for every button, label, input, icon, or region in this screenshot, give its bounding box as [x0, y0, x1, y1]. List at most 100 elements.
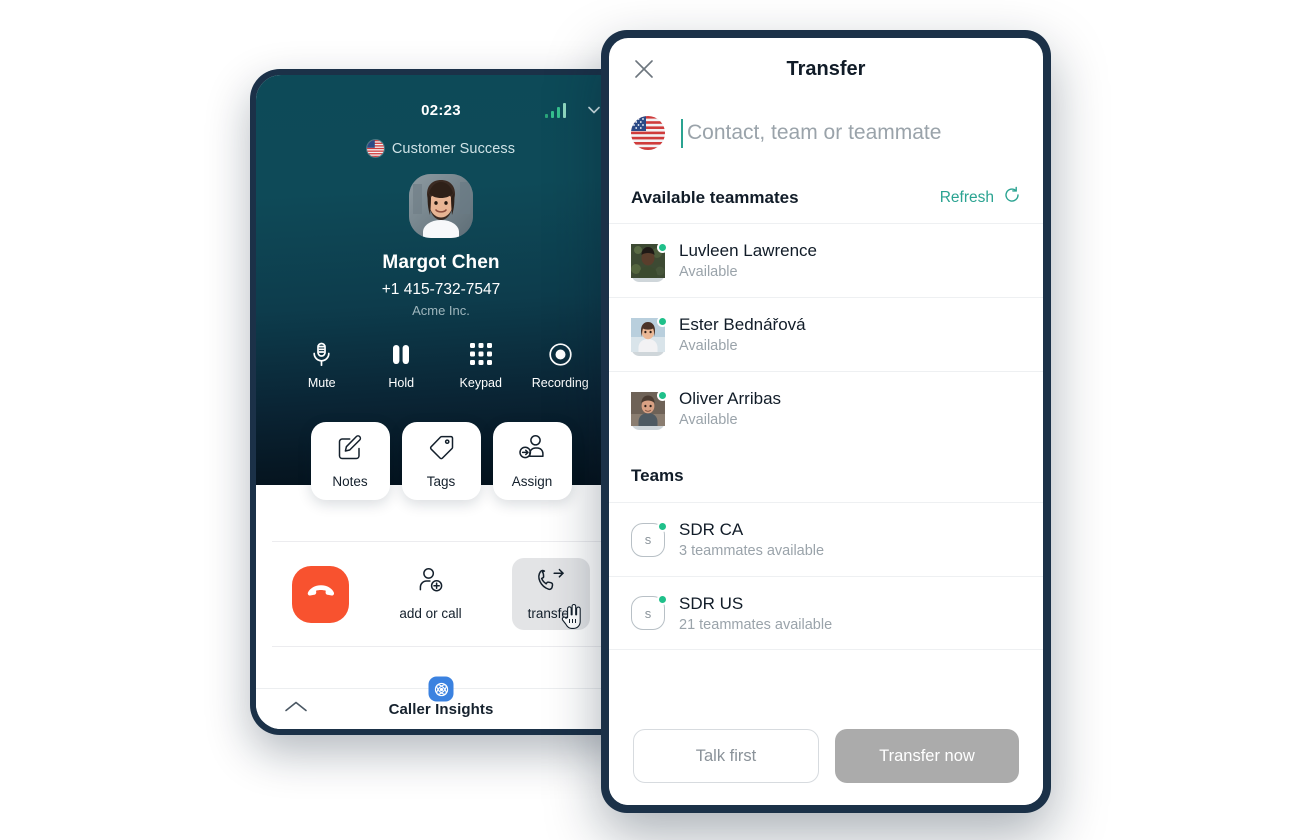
avatar-photo [631, 391, 665, 430]
call-panel-body: 02:23 Customer Success Margot Chen +1 41… [256, 75, 626, 729]
note-pencil-icon [337, 434, 364, 466]
close-icon[interactable] [631, 56, 657, 82]
teammate-text: Oliver Arribas Available [679, 389, 781, 428]
tag-icon [428, 434, 455, 466]
queue-label: Customer Success [391, 140, 516, 157]
transfer-search-row [609, 100, 1043, 180]
screenshot-stage: 02:23 Customer Success Margot Chen +1 41… [0, 0, 1304, 840]
avatar-photo [631, 317, 665, 356]
call-topbar: 02:23 [256, 97, 626, 123]
us-flag-icon [366, 140, 384, 157]
teammate-text: Ester Bednářová Available [679, 315, 806, 354]
teammate-status: Available [679, 412, 738, 428]
team-text: SDR US 21 teammates available [679, 594, 832, 633]
mute-button[interactable]: Mute [282, 341, 362, 390]
assign-label: Assign [511, 473, 553, 489]
presence-dot-online [657, 520, 668, 532]
assign-card[interactable]: Assign [492, 422, 572, 500]
keypad-grid-icon [469, 341, 492, 367]
team-avatar: s [631, 594, 668, 630]
call-controls: Mute Hold Keypad Recording [256, 341, 626, 390]
team-name: SDR CA [679, 520, 744, 539]
teammate-row[interactable]: Luvleen Lawrence Available [609, 223, 1043, 297]
refresh-label: Refresh [939, 188, 994, 206]
caller-insights-label: Caller Insights [388, 700, 494, 718]
tags-card[interactable]: Tags [401, 422, 481, 500]
record-circle-icon [549, 341, 572, 367]
teams-title: Teams [631, 466, 684, 485]
teammate-row[interactable]: Ester Bednářová Available [609, 297, 1043, 371]
avatar [631, 315, 668, 356]
us-flag-icon [631, 116, 665, 150]
team-status: 3 teammates available [679, 543, 825, 559]
caller-phone: +1 415-732-7547 [381, 281, 501, 298]
avatar [631, 389, 668, 430]
hangup-button[interactable] [292, 565, 350, 623]
transfer-call-icon [536, 567, 566, 599]
transfer-now-button[interactable]: Transfer now [835, 729, 1019, 783]
team-row[interactable]: s SDR CA 3 teammates available [609, 502, 1043, 576]
call-topbar-right [544, 100, 605, 120]
signal-bars-icon [544, 102, 566, 118]
notes-card[interactable]: Notes [310, 422, 390, 500]
recording-button[interactable]: Recording [521, 341, 601, 390]
teammate-status: Available [679, 338, 738, 354]
teammate-name: Luvleen Lawrence [679, 241, 817, 260]
teammate-row[interactable]: Oliver Arribas Available [609, 371, 1043, 445]
caller-name: Margot Chen [382, 252, 500, 273]
keypad-button[interactable]: Keypad [441, 341, 521, 390]
teammate-text: Luvleen Lawrence Available [679, 241, 817, 280]
refresh-icon [1003, 186, 1021, 209]
avatar [631, 241, 668, 282]
add-or-call-label: add or call [399, 606, 462, 621]
tags-label: Tags [426, 473, 456, 489]
transfer-list: Luvleen Lawrence Available Ester Bednářo… [609, 223, 1043, 711]
team-name: SDR US [679, 593, 744, 613]
team-text: SDR CA 3 teammates available [679, 520, 824, 559]
call-panel: 02:23 Customer Success Margot Chen +1 41… [250, 69, 632, 735]
call-timer: 02:23 [421, 101, 461, 119]
notes-label: Notes [332, 473, 368, 489]
caller-insights-bar[interactable]: Caller Insights [256, 676, 626, 729]
presence-dot-online [657, 315, 668, 327]
queue-indicator: Customer Success [256, 140, 626, 157]
divider-bottom [272, 646, 610, 647]
avatar-photo [631, 243, 665, 282]
transfer-search-field[interactable] [681, 118, 1021, 148]
recording-label: Recording [531, 376, 589, 390]
talk-first-button[interactable]: Talk first [633, 729, 819, 783]
transfer-label: transfer [527, 606, 574, 621]
keypad-label: Keypad [459, 376, 502, 390]
action-cards: Notes Tags Assign [256, 422, 626, 500]
hold-button[interactable]: Hold [362, 341, 442, 390]
refresh-button[interactable]: Refresh [940, 186, 1021, 209]
available-teammates-header: Available teammates Refresh [609, 180, 1043, 223]
hangup-phone-icon [306, 582, 336, 607]
add-person-icon [416, 567, 445, 599]
teams-header: Teams [609, 445, 1043, 502]
transfer-button[interactable]: transfer [511, 558, 590, 630]
mute-label: Mute [307, 376, 336, 390]
call-panel-footer-area: add or call transfer Caller Insights [256, 485, 626, 729]
transfer-panel: Transfer Contact, team or teammate Avail… [601, 30, 1051, 813]
pause-icon [391, 341, 411, 367]
presence-dot-online [657, 389, 668, 401]
team-status: 21 teammates available [679, 616, 833, 633]
presence-dot-online [657, 594, 668, 605]
caller-avatar [409, 174, 473, 238]
search-input[interactable] [683, 121, 1021, 145]
microphone-icon [312, 341, 331, 367]
caller-insights-icon [428, 676, 454, 702]
chevron-up-icon[interactable] [284, 700, 308, 719]
transfer-panel-body: Transfer Contact, team or teammate Avail… [609, 38, 1043, 805]
add-or-call-button[interactable]: add or call [386, 558, 474, 630]
transfer-footer: Talk first Transfer now [609, 711, 1043, 805]
assign-user-icon [518, 434, 547, 466]
available-teammates-title: Available teammates [631, 187, 799, 207]
transfer-header: Transfer [609, 38, 1043, 100]
teammate-name: Oliver Arribas [679, 389, 782, 408]
team-row[interactable]: s SDR US 21 teammates available [609, 576, 1043, 650]
transfer-title: Transfer [786, 57, 866, 80]
caller-company: Acme Inc. [412, 303, 470, 318]
call-bottom-actions: add or call transfer [256, 542, 626, 646]
